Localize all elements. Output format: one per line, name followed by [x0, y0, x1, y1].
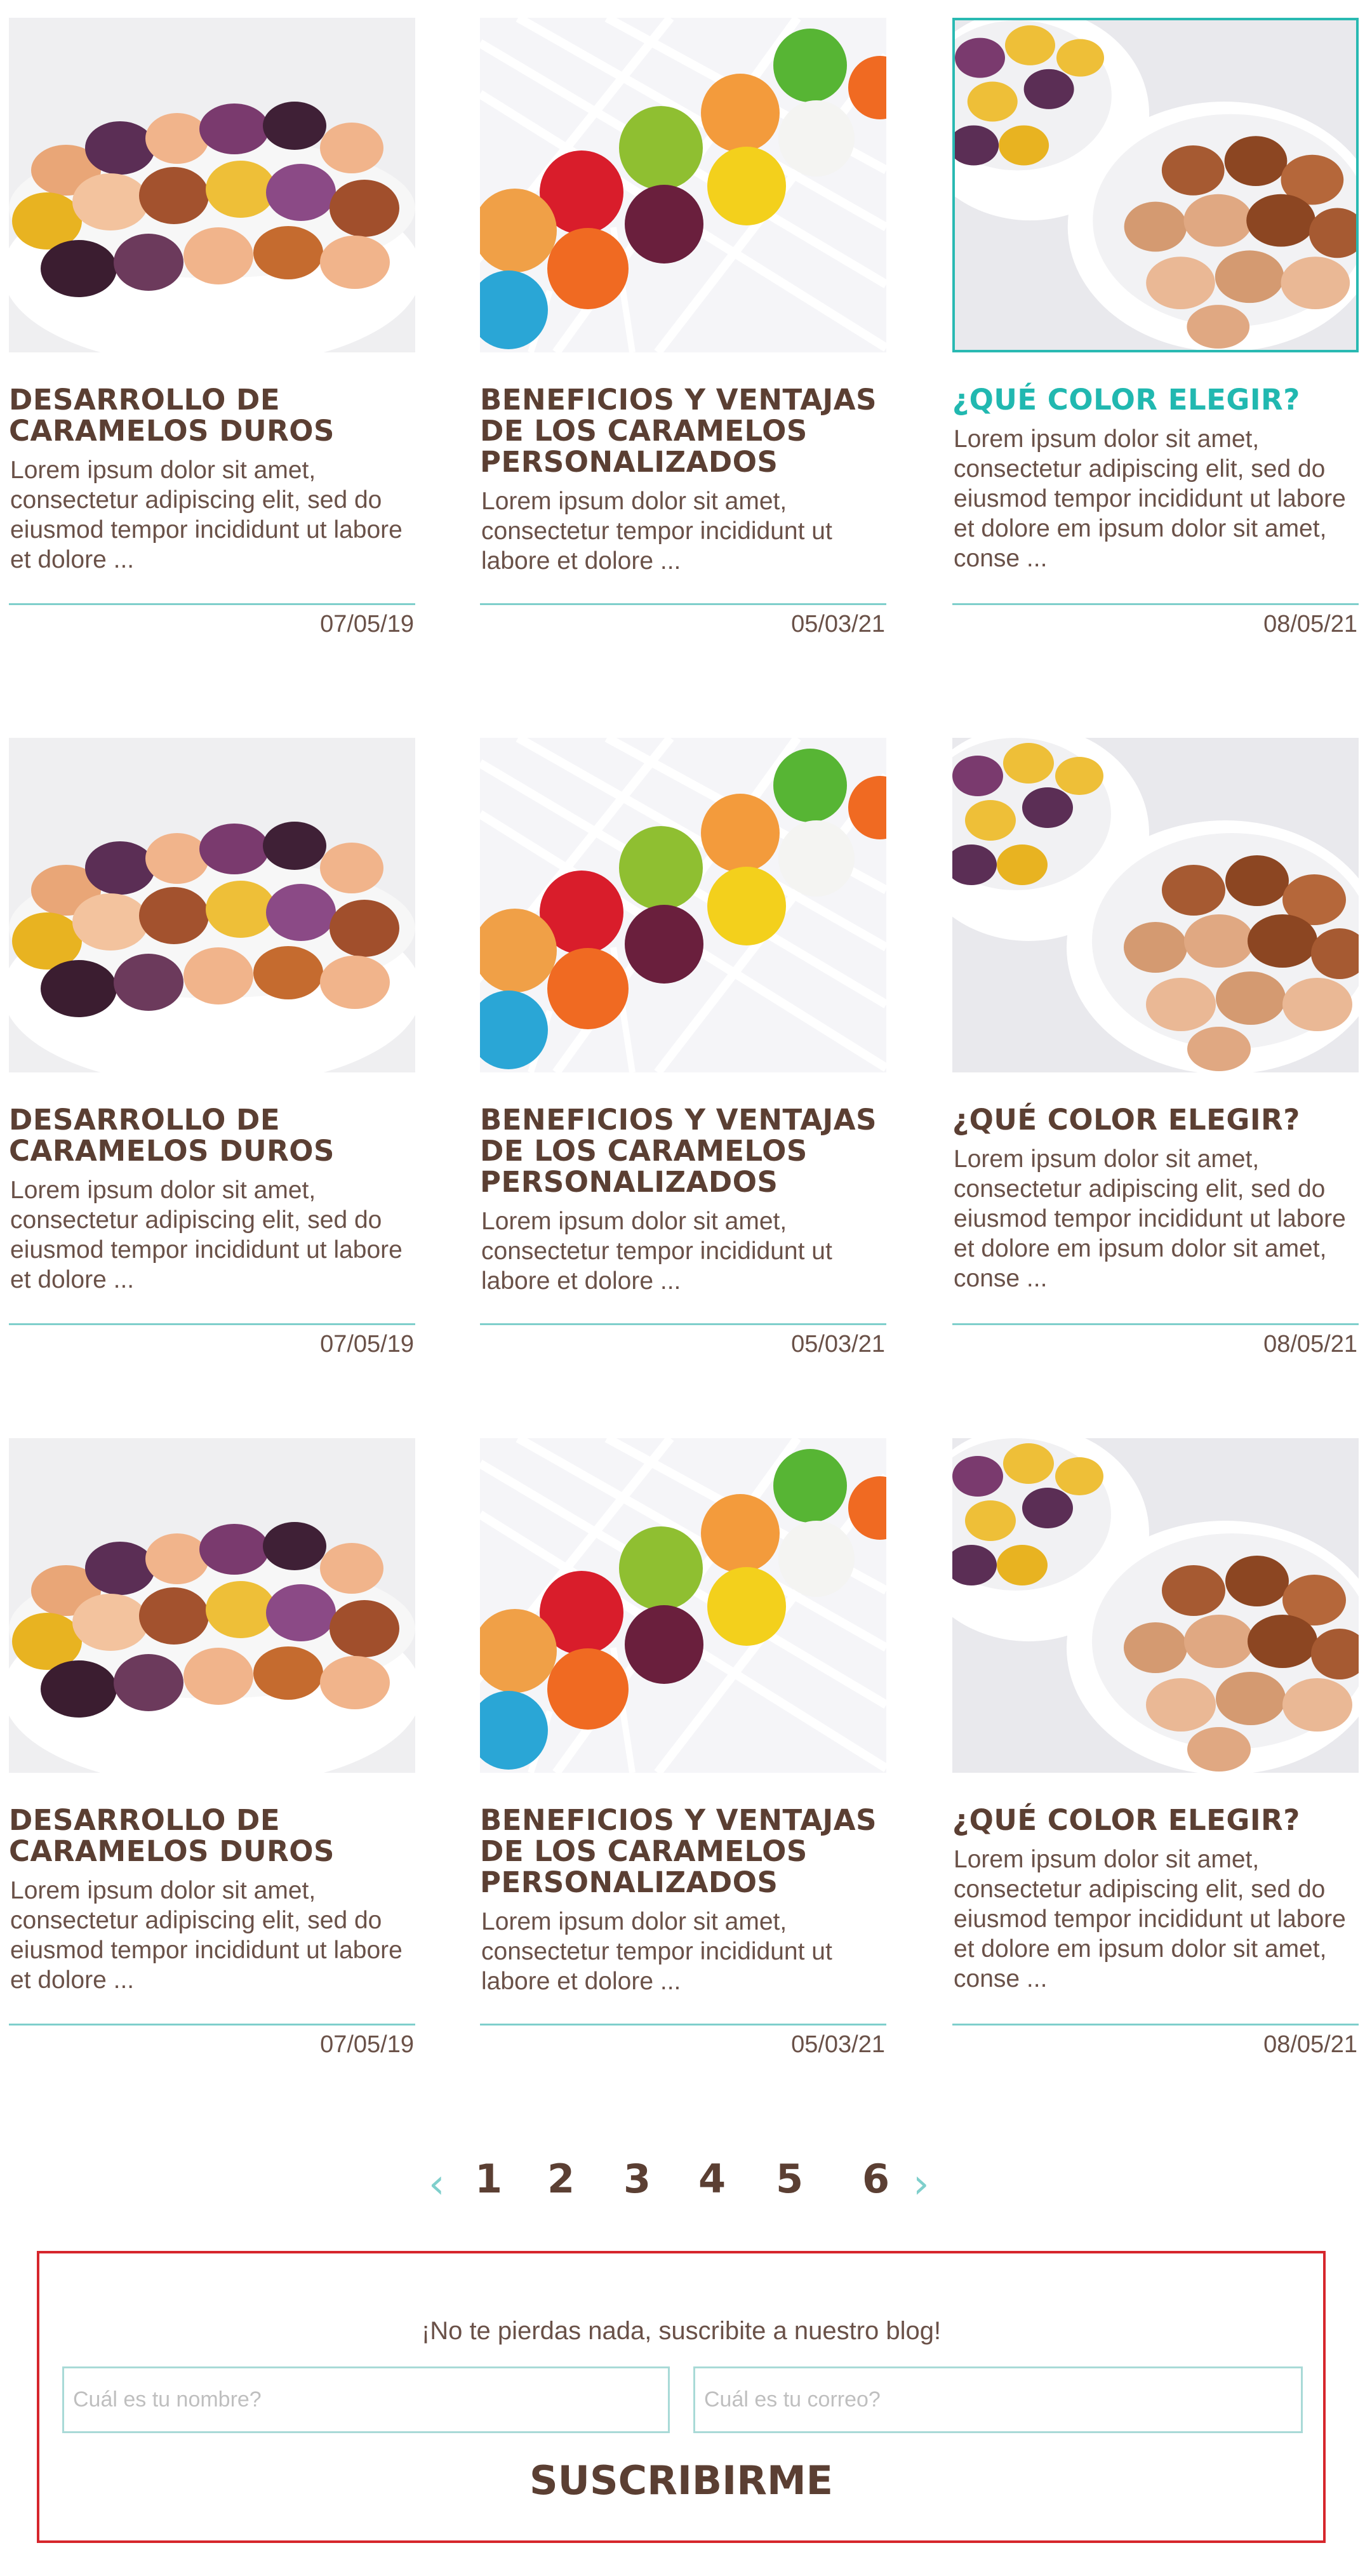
candy-bowl-image[interactable] — [9, 738, 415, 1072]
post-divider — [9, 603, 415, 605]
page-4[interactable]: 4 — [698, 2156, 726, 2202]
blog-post-card[interactable]: BENEFICIOS Y VENTAJAS DE LOS CARAMELOS P… — [480, 18, 886, 637]
blog-post-card[interactable]: BENEFICIOS Y VENTAJAS DE LOS CARAMELOS P… — [480, 1438, 886, 2058]
post-excerpt: Lorem ipsum dolor sit amet, consectetur … — [481, 1208, 832, 1295]
lollipops-image[interactable] — [480, 1438, 886, 1773]
post-divider — [9, 1323, 415, 1325]
lollipops-image[interactable] — [480, 738, 886, 1072]
page-5[interactable]: 5 — [776, 2156, 803, 2202]
page-1[interactable]: 1 — [475, 2156, 502, 2202]
blog-post-card[interactable]: DESARROLLO DE CARAMELOS DUROS Lorem ipsum… — [9, 738, 415, 1358]
post-divider — [480, 2024, 886, 2025]
post-excerpt: Lorem ipsum dolor sit amet, consectetur … — [481, 1908, 832, 1995]
post-date: 07/05/19 — [320, 1331, 414, 1358]
post-title[interactable]: BENEFICIOS Y VENTAJAS DE LOS CARAMELOS P… — [480, 384, 886, 477]
blog-post-card[interactable]: ¿QUÉ COLOR ELEGIR? Lorem ipsum dolor sit … — [952, 738, 1359, 1358]
post-date: 05/03/21 — [791, 2031, 885, 2058]
post-title[interactable]: DESARROLLO DE CARAMELOS DUROS — [9, 1104, 415, 1166]
post-divider — [952, 2024, 1359, 2025]
page-3[interactable]: 3 — [623, 2156, 651, 2202]
blog-post-card[interactable]: ¿QUÉ COLOR ELEGIR? Lorem ipsum dolor sit … — [952, 18, 1359, 637]
blog-post-card[interactable]: DESARROLLO DE CARAMELOS DUROS Lorem ipsum… — [9, 1438, 415, 2058]
post-excerpt: Lorem ipsum dolor sit amet, consectetur … — [481, 488, 832, 575]
subscribe-button[interactable]: SUSCRIBIRME — [39, 2457, 1323, 2504]
post-title[interactable]: BENEFICIOS Y VENTAJAS DE LOS CARAMELOS P… — [480, 1805, 886, 1898]
post-excerpt: Lorem ipsum dolor sit amet, consectetur … — [10, 457, 403, 573]
post-title[interactable]: DESARROLLO DE CARAMELOS DUROS — [9, 1805, 415, 1867]
blog-post-card[interactable]: ¿QUÉ COLOR ELEGIR? Lorem ipsum dolor sit … — [952, 1438, 1359, 2058]
post-divider — [480, 1323, 886, 1325]
page-2[interactable]: 2 — [547, 2156, 575, 2202]
post-title[interactable]: ¿QUÉ COLOR ELEGIR? — [952, 384, 1359, 415]
subscribe-box: ¡No te pierdas nada, suscribite a nuestr… — [37, 2251, 1326, 2543]
candy-bowl-image[interactable] — [9, 1438, 415, 1773]
chevron-left-icon[interactable]: ‹ — [429, 2161, 445, 2208]
subscribe-text: ¡No te pierdas nada, suscribite a nuestr… — [421, 2317, 942, 2345]
blog-post-card[interactable]: BENEFICIOS Y VENTAJAS DE LOS CARAMELOS P… — [480, 738, 886, 1358]
email-input[interactable] — [693, 2366, 1303, 2433]
post-date: 07/05/19 — [320, 2031, 414, 2058]
blog-post-card[interactable]: DESARROLLO DE CARAMELOS DUROS Lorem ipsum… — [9, 18, 415, 637]
post-excerpt: Lorem ipsum dolor sit amet, consectetur … — [954, 1846, 1346, 1992]
name-input[interactable] — [62, 2366, 670, 2433]
pagination: ‹ 1 2 3 4 5 6 › — [0, 2156, 1365, 2213]
post-date: 08/05/21 — [1263, 611, 1357, 637]
lollipops-image[interactable] — [480, 18, 886, 352]
post-divider — [9, 2024, 415, 2025]
two-bowls-image[interactable] — [952, 738, 1359, 1072]
chevron-right-icon[interactable]: › — [913, 2161, 929, 2208]
post-excerpt: Lorem ipsum dolor sit amet, consectetur … — [954, 1145, 1346, 1292]
post-excerpt: Lorem ipsum dolor sit amet, consectetur … — [10, 1877, 403, 1994]
post-title[interactable]: BENEFICIOS Y VENTAJAS DE LOS CARAMELOS P… — [480, 1104, 886, 1198]
two-bowls-image[interactable] — [952, 18, 1359, 352]
post-divider — [952, 1323, 1359, 1325]
post-date: 07/05/19 — [320, 611, 414, 637]
post-divider — [952, 603, 1359, 605]
post-title[interactable]: ¿QUÉ COLOR ELEGIR? — [952, 1104, 1359, 1135]
post-date: 08/05/21 — [1263, 1331, 1357, 1358]
post-date: 05/03/21 — [791, 1331, 885, 1358]
post-title[interactable]: DESARROLLO DE CARAMELOS DUROS — [9, 384, 415, 446]
post-divider — [480, 603, 886, 605]
page-6[interactable]: 6 — [862, 2156, 889, 2202]
candy-bowl-image[interactable] — [9, 18, 415, 352]
two-bowls-image[interactable] — [952, 1438, 1359, 1773]
post-title[interactable]: ¿QUÉ COLOR ELEGIR? — [952, 1805, 1359, 1836]
post-date: 08/05/21 — [1263, 2031, 1357, 2058]
post-date: 05/03/21 — [791, 611, 885, 637]
post-excerpt: Lorem ipsum dolor sit amet, consectetur … — [10, 1177, 403, 1293]
post-excerpt: Lorem ipsum dolor sit amet, consectetur … — [954, 425, 1346, 572]
